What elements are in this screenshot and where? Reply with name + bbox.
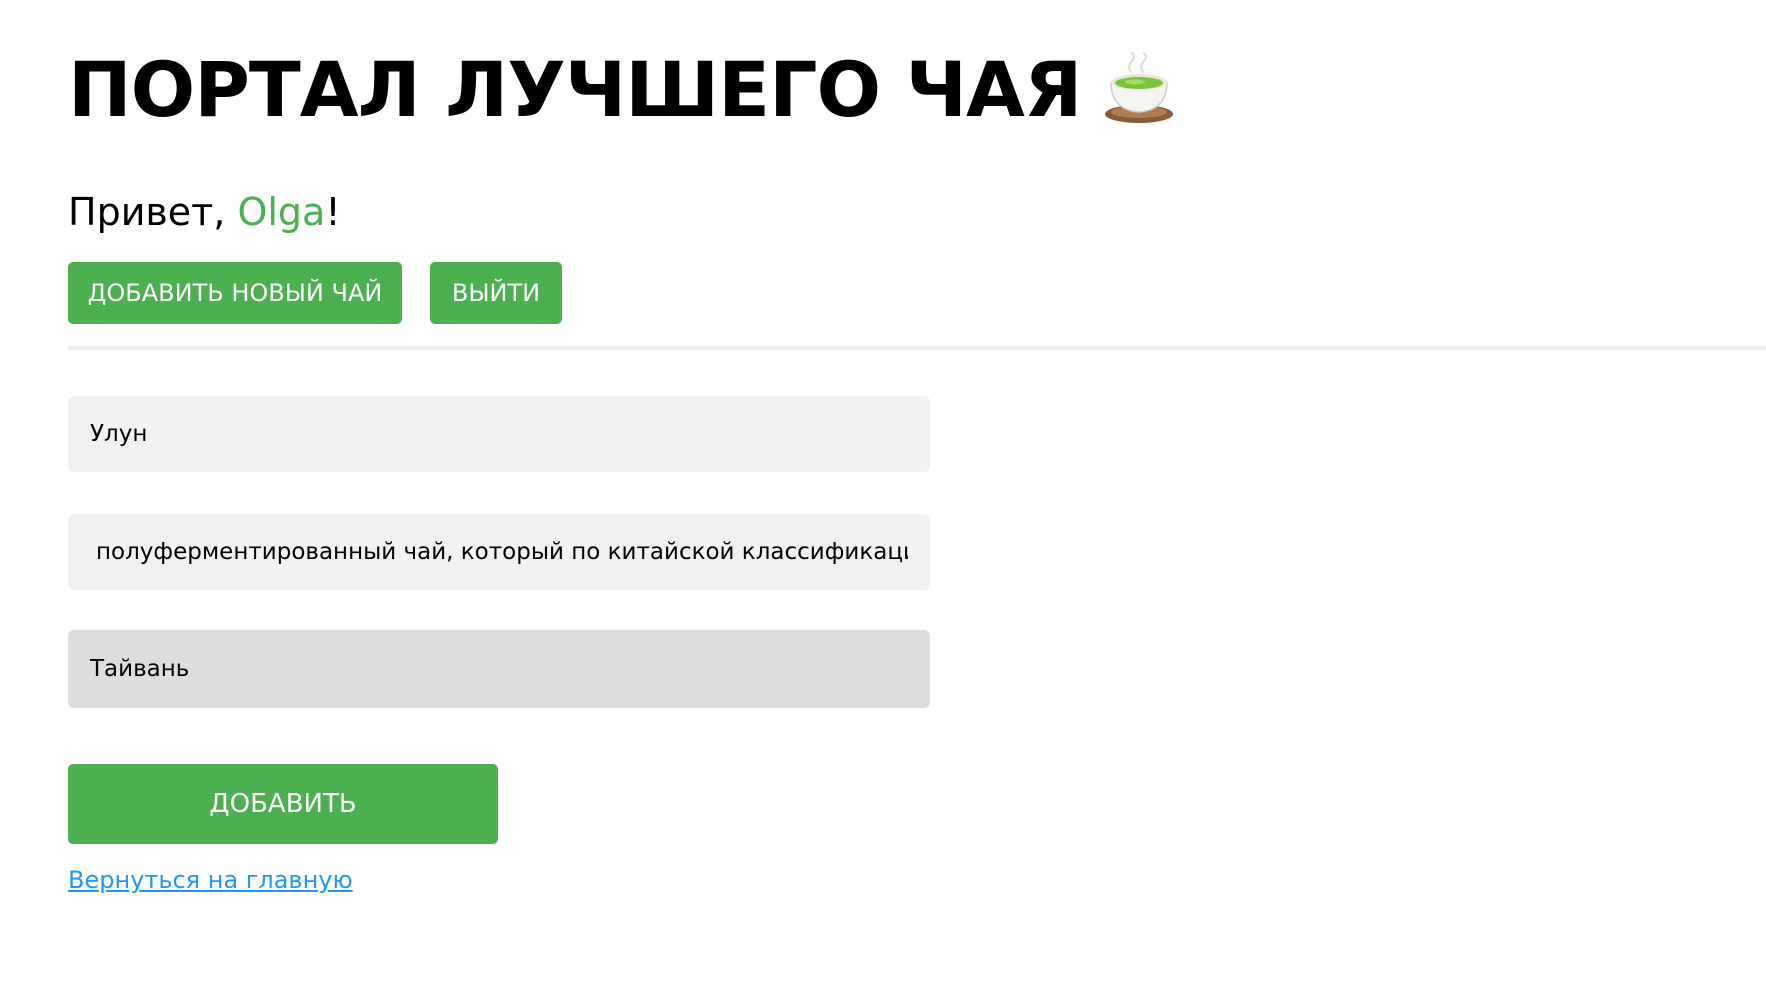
page: ПОРТАЛ ЛУЧШЕГО ЧАЯ Привет, Olga! ДОБАВИТ… <box>0 0 1766 1000</box>
back-to-home-link[interactable]: Вернуться на главную <box>68 866 353 894</box>
divider <box>68 346 1766 350</box>
greeting-suffix: ! <box>325 190 341 234</box>
country-select-value: Тайвань <box>90 656 190 682</box>
page-title: ПОРТАЛ ЛУЧШЕГО ЧАЯ <box>68 45 1082 134</box>
tea-name-input[interactable] <box>68 396 930 472</box>
greeting-prefix: Привет, <box>68 190 238 234</box>
teacup-icon-graphic <box>1105 52 1174 123</box>
username: Olga <box>237 190 326 234</box>
header: ПОРТАЛ ЛУЧШЕГО ЧАЯ <box>68 42 1177 138</box>
greeting: Привет, Olga! <box>68 188 341 236</box>
tea-description-input[interactable] <box>68 514 930 590</box>
country-select[interactable]: Тайвань <box>68 630 930 708</box>
teacup-icon <box>1101 52 1177 128</box>
submit-add-button[interactable]: ДОБАВИТЬ <box>68 764 498 844</box>
logout-button[interactable]: ВЫЙТИ <box>430 262 562 324</box>
add-new-tea-button[interactable]: ДОБАВИТЬ НОВЫЙ ЧАЙ <box>68 262 402 324</box>
